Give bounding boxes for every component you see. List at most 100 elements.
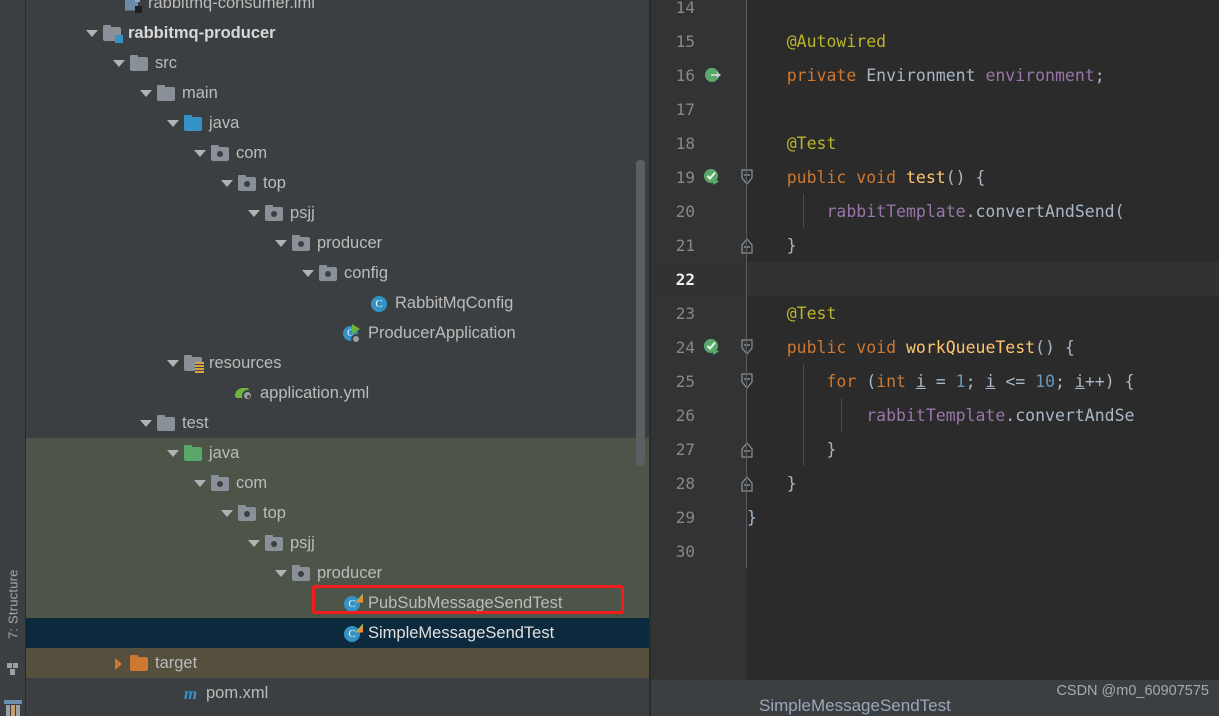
tree-node-rabbitmq-consumer-iml[interactable]: rabbitmq-consumer.iml [26,0,649,18]
code-line-17[interactable]: 17 [651,92,1219,126]
code-line-25[interactable]: 25 for (int i = 1; i <= 10; i++) { [651,364,1219,398]
tree-node-rabbitmq-producer[interactable]: rabbitmq-producer [26,18,649,48]
package-icon [292,564,311,582]
chevron-down-icon[interactable] [192,475,208,491]
code-line-20[interactable]: 20 rabbitTemplate.convertAndSend( [651,194,1219,228]
tree-node-label: java [209,113,240,132]
code-line-14[interactable]: 14 [651,0,1219,24]
chevron-down-icon[interactable] [165,355,181,371]
tree-node-label: producer [317,233,383,252]
tree-node-label: psjj [290,203,315,222]
chevron-down-icon[interactable] [219,175,235,191]
tree-node-label: src [155,53,177,72]
line-number: 29 [675,507,695,527]
code-token: 10 [1035,371,1056,391]
code-line-30[interactable]: 30 [651,534,1219,568]
tree-node-simplemessagesendtest[interactable]: C SimpleMessageSendTest [26,618,649,648]
tree-node-psjj[interactable]: psjj [26,198,649,228]
code-text: rabbitTemplate.convertAndSend( [747,201,1125,221]
tree-node-main[interactable]: main [26,78,649,108]
tree-node-rabbitmqconfig[interactable]: C RabbitMqConfig [26,288,649,318]
code-line-23[interactable]: 23 @Test [651,296,1219,330]
code-line-29[interactable]: 29} [651,500,1219,534]
test-class-icon: C [343,593,363,613]
line-number: 30 [675,541,695,561]
tool-window-button-structure[interactable]: 7: Structure [0,548,26,660]
tree-node-producerapplication[interactable]: C ProducerApplication [26,318,649,348]
chevron-down-icon[interactable] [111,55,127,71]
code-line-18[interactable]: 18 @Test [651,126,1219,160]
tree-node-producer[interactable]: producer [26,228,649,258]
chevron-down-icon[interactable] [219,505,235,521]
code-token: .convertAndSend( [965,201,1125,221]
chevron-down-icon[interactable] [84,25,100,41]
tree-node-application-yml[interactable]: application.yml [26,378,649,408]
tree-node-target[interactable]: target [26,648,649,678]
code-line-28[interactable]: 28 } [651,466,1219,500]
project-tree-scrollbar[interactable] [636,160,645,466]
line-number: 19 [675,167,695,187]
spring-bean-icon[interactable] [703,66,721,84]
code-token: @Autowired [747,31,887,51]
code-text: } [747,440,836,459]
code-token: private [786,65,857,85]
tree-node-pom-xml[interactable]: m pom.xml [26,678,649,708]
tree-node-label: target [155,653,198,672]
test-source-root-green-icon [184,444,203,462]
chevron-down-icon[interactable] [273,565,289,581]
chevron-down-icon[interactable] [246,535,262,551]
chevron-down-icon[interactable] [138,415,154,431]
chevron-down-icon[interactable] [192,145,208,161]
code-line-16[interactable]: 16 private Environment environment; [651,58,1219,92]
run-test-icon[interactable] [703,338,721,356]
breadcrumb[interactable]: SimpleMessageSendTest [759,696,951,716]
code-line-19[interactable]: 19 public void test() { [651,160,1219,194]
source-root-blue-icon [184,114,203,132]
code-line-27[interactable]: 27 } [651,432,1219,466]
tree-node-test[interactable]: test [26,408,649,438]
run-test-icon[interactable] [703,168,721,186]
code-editor[interactable]: 14 15 @Autowired 16 private Environment en… [651,0,1219,716]
chevron-down-icon[interactable] [273,235,289,251]
csdn-watermark: CSDN @m0_60907575 [1056,683,1209,699]
chevron-down-icon[interactable] [300,265,316,281]
tree-node-java[interactable]: java [26,438,649,468]
code-line-22[interactable]: 22 [651,262,1219,296]
tree-node-producer[interactable]: producer [26,558,649,588]
code-line-24[interactable]: 24 public void workQueueTest() { [651,330,1219,364]
tree-node-com[interactable]: com [26,138,649,168]
tree-node-label: SimpleMessageSendTest [368,623,555,642]
tree-node-resources[interactable]: resources [26,348,649,378]
project-tree-panel[interactable]: rabbitmq-consumer.iml rabbitmq-producer sr… [26,0,649,716]
code-token: i [985,371,996,391]
code-line-21[interactable]: 21 } [651,228,1219,262]
tree-node-top[interactable]: top [26,498,649,528]
tree-node-pubsubmessagesendtest[interactable]: C PubSubMessageSendTest [26,588,649,618]
tree-node-config[interactable]: config [26,258,649,288]
tree-node-rabbitmq-producer-iml[interactable]: rabbitmq-producer.iml [26,708,649,716]
line-number: 14 [675,0,695,17]
chevron-down-icon[interactable] [246,205,262,221]
tree-node-label: producer [317,563,383,582]
gutter-separator [746,534,747,568]
tree-node-label: com [236,473,268,492]
code-line-26[interactable]: 26 rabbitTemplate.convertAndSe [651,398,1219,432]
code-line-15[interactable]: 15 @Autowired [651,24,1219,58]
code-token: } [747,507,757,527]
chevron-down-icon[interactable] [165,445,181,461]
tree-node-src[interactable]: src [26,48,649,78]
terminal-icon[interactable] [4,700,22,716]
chevron-down-icon[interactable] [165,115,181,131]
tree-node-psjj[interactable]: psjj [26,528,649,558]
tree-node-java[interactable]: java [26,108,649,138]
tree-node-com[interactable]: com [26,468,649,498]
chevron-down-icon[interactable] [138,85,154,101]
chevron-right-icon[interactable] [111,655,127,671]
tree-node-top[interactable]: top [26,168,649,198]
structure-icon[interactable] [7,663,20,676]
tree-node-label: PubSubMessageSendTest [368,593,563,612]
